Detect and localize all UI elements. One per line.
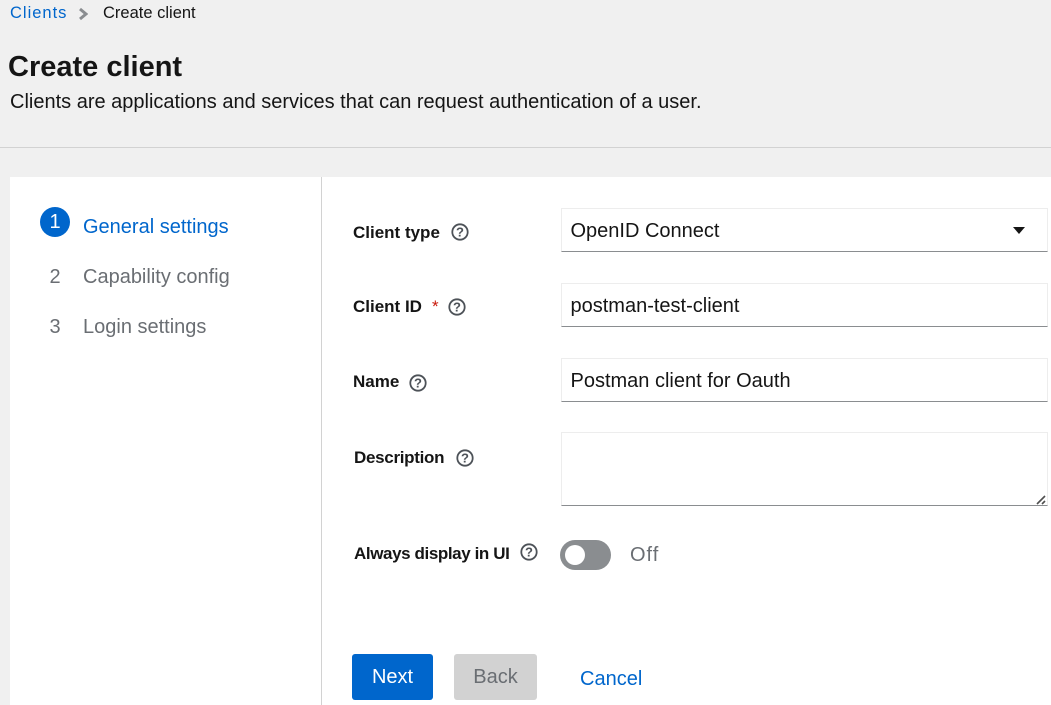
svg-text:?: ?	[461, 450, 469, 465]
svg-text:?: ?	[525, 544, 533, 559]
svg-text:?: ?	[456, 225, 464, 240]
svg-text:?: ?	[414, 375, 422, 390]
svg-text:?: ?	[453, 299, 461, 314]
